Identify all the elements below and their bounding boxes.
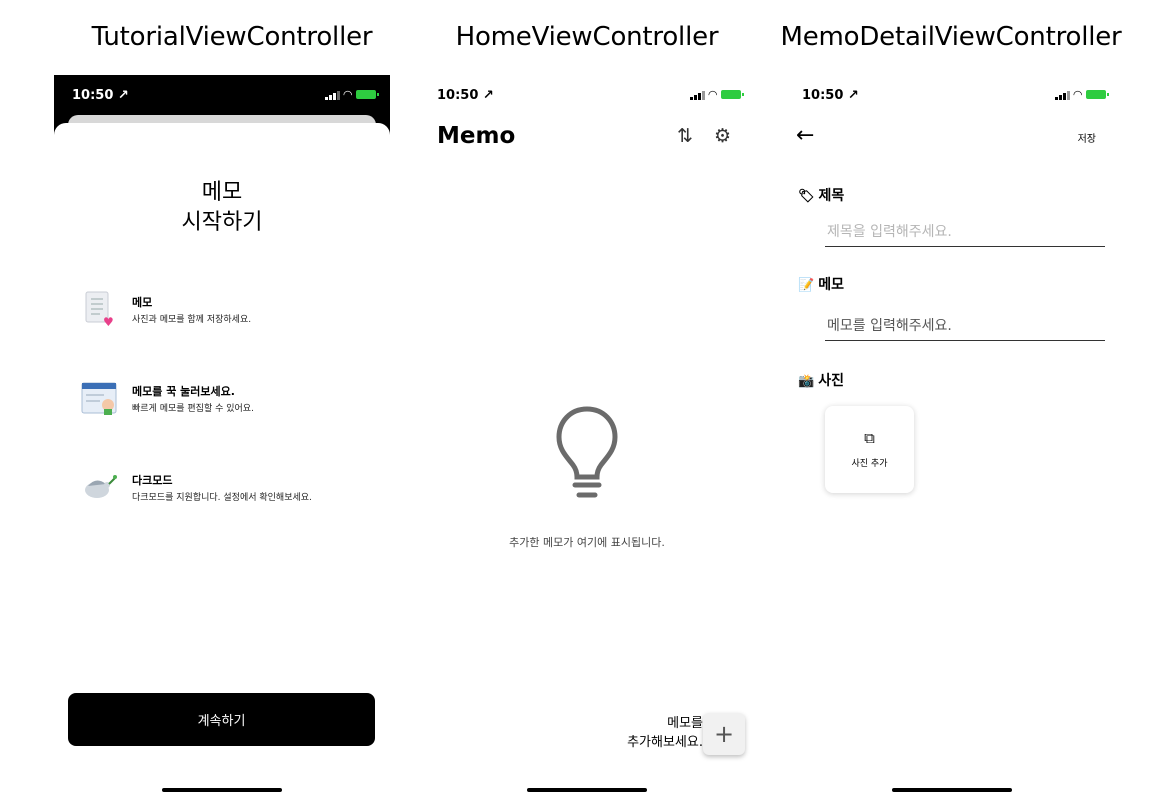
battery-icon <box>356 90 379 99</box>
wifi-icon: ◠ <box>343 88 352 101</box>
press-hand-icon <box>80 379 118 417</box>
add-memo-button[interactable]: + <box>703 713 745 755</box>
photo-section-text: 사진 <box>818 373 844 389</box>
label-tag-icon: 🏷 <box>798 189 815 204</box>
wifi-icon: ◠ <box>708 88 717 101</box>
home-indicator <box>892 788 1012 792</box>
empty-state-text: 추가한 메모가 여기에 표시됩니다. <box>509 536 665 549</box>
add-photo-label: 사진 추가 <box>851 459 888 469</box>
status-bar: 10:50 ↗ ◠ <box>419 75 755 119</box>
feature-item: 메모를 꾹 눌러보세요. 빠르게 메모를 편집할 수 있어요. <box>80 379 380 419</box>
title-section-text: 제목 <box>818 188 845 204</box>
feature-title: 다크모드 <box>132 474 173 487</box>
memo-pencil-icon: 📝 <box>798 278 815 293</box>
tutorial-title: 메모 시작하기 <box>54 178 390 238</box>
tutorial-title-line2: 시작하기 <box>181 210 263 235</box>
feature-desc: 다크모드를 지원합니다. 설정에서 확인해보세요. <box>132 493 312 503</box>
memo-list-heart-icon: ♥ <box>80 290 118 328</box>
svg-text:♥: ♥ <box>103 315 114 328</box>
memo-section-label: 📝 메모 <box>798 274 844 294</box>
add-photo-button[interactable]: ⧉ 사진 추가 <box>825 406 914 493</box>
cellular-signal-icon <box>1054 90 1070 100</box>
caption-home: HomeViewController <box>455 22 719 52</box>
tutorial-sheet: 메모 시작하기 ♥ 메모 사진과 메모를 함께 저장하세요. 메모를 꾹 눌러보… <box>54 123 390 800</box>
title-section-label: 🏷 제목 <box>798 185 844 205</box>
memo-input[interactable] <box>825 311 1105 341</box>
home-indicator <box>527 788 647 792</box>
cellular-signal-icon <box>324 90 340 100</box>
lightbulb-icon <box>555 405 619 509</box>
battery-icon <box>721 90 744 99</box>
status-bar: 10:50 ↗ ◠ <box>54 75 390 119</box>
feature-title: 메모 <box>132 296 153 309</box>
home-screen: 10:50 ↗ ◠ Memo ⇅ ⚙ 추가한 메모가 여기에 표시됩니다. 메모… <box>419 75 755 800</box>
status-time: 10:50 ↗ <box>72 88 129 103</box>
tutorial-title-line1: 메모 <box>201 180 243 205</box>
gear-icon[interactable]: ⚙ <box>714 125 731 147</box>
status-time: 10:50 ↗ <box>802 88 859 103</box>
home-indicator <box>162 788 282 792</box>
continue-button[interactable]: 계속하기 <box>68 693 375 746</box>
photo-section-label: 📸 사진 <box>798 370 844 390</box>
status-bar: 10:50 ↗ ◠ <box>784 75 1120 119</box>
wifi-icon: ◠ <box>1073 88 1082 101</box>
add-hint-line2: 추가해보세요. <box>627 735 703 750</box>
cellular-signal-icon <box>689 90 705 100</box>
save-button[interactable]: 저장 <box>1078 130 1096 145</box>
memo-detail-screen: 10:50 ↗ ◠ ← 저장 🏷제목 📝메모 📸사진 ⧉ 사진 추가 <box>784 75 1120 800</box>
feature-item: 다크모드 다크모드를 지원합니다. 설정에서 확인해보세요. <box>80 468 380 508</box>
battery-icon <box>1086 90 1109 99</box>
add-hint-line1: 메모를 <box>667 716 703 731</box>
feature-desc: 사진과 메모를 함께 저장하세요. <box>132 315 252 325</box>
feature-desc: 빠르게 메모를 편집할 수 있어요. <box>132 404 254 414</box>
title-input[interactable] <box>825 217 1105 247</box>
caption-detail: MemoDetailViewController <box>780 22 1122 52</box>
status-time: 10:50 ↗ <box>437 88 494 103</box>
feature-item: ♥ 메모 사진과 메모를 함께 저장하세요. <box>80 290 380 330</box>
page-title: Memo <box>437 123 516 149</box>
add-memo-hint: 메모를 추가해보세요. <box>627 714 703 752</box>
add-photo-icon: ⧉ <box>864 430 875 447</box>
caption-tutorial: TutorialViewController <box>91 22 373 52</box>
feature-title: 메모를 꾹 눌러보세요. <box>132 385 235 398</box>
dove-icon <box>80 468 118 506</box>
sort-arrows-icon[interactable]: ⇅ <box>677 125 693 147</box>
back-arrow-icon[interactable]: ← <box>796 123 814 148</box>
camera-flash-icon: 📸 <box>798 374 815 389</box>
memo-section-text: 메모 <box>818 277 844 293</box>
tutorial-screen: 10:50 ↗ ◠ 메모 시작하기 ♥ 메모 사진과 메모를 함께 저장하세요.… <box>54 75 390 800</box>
